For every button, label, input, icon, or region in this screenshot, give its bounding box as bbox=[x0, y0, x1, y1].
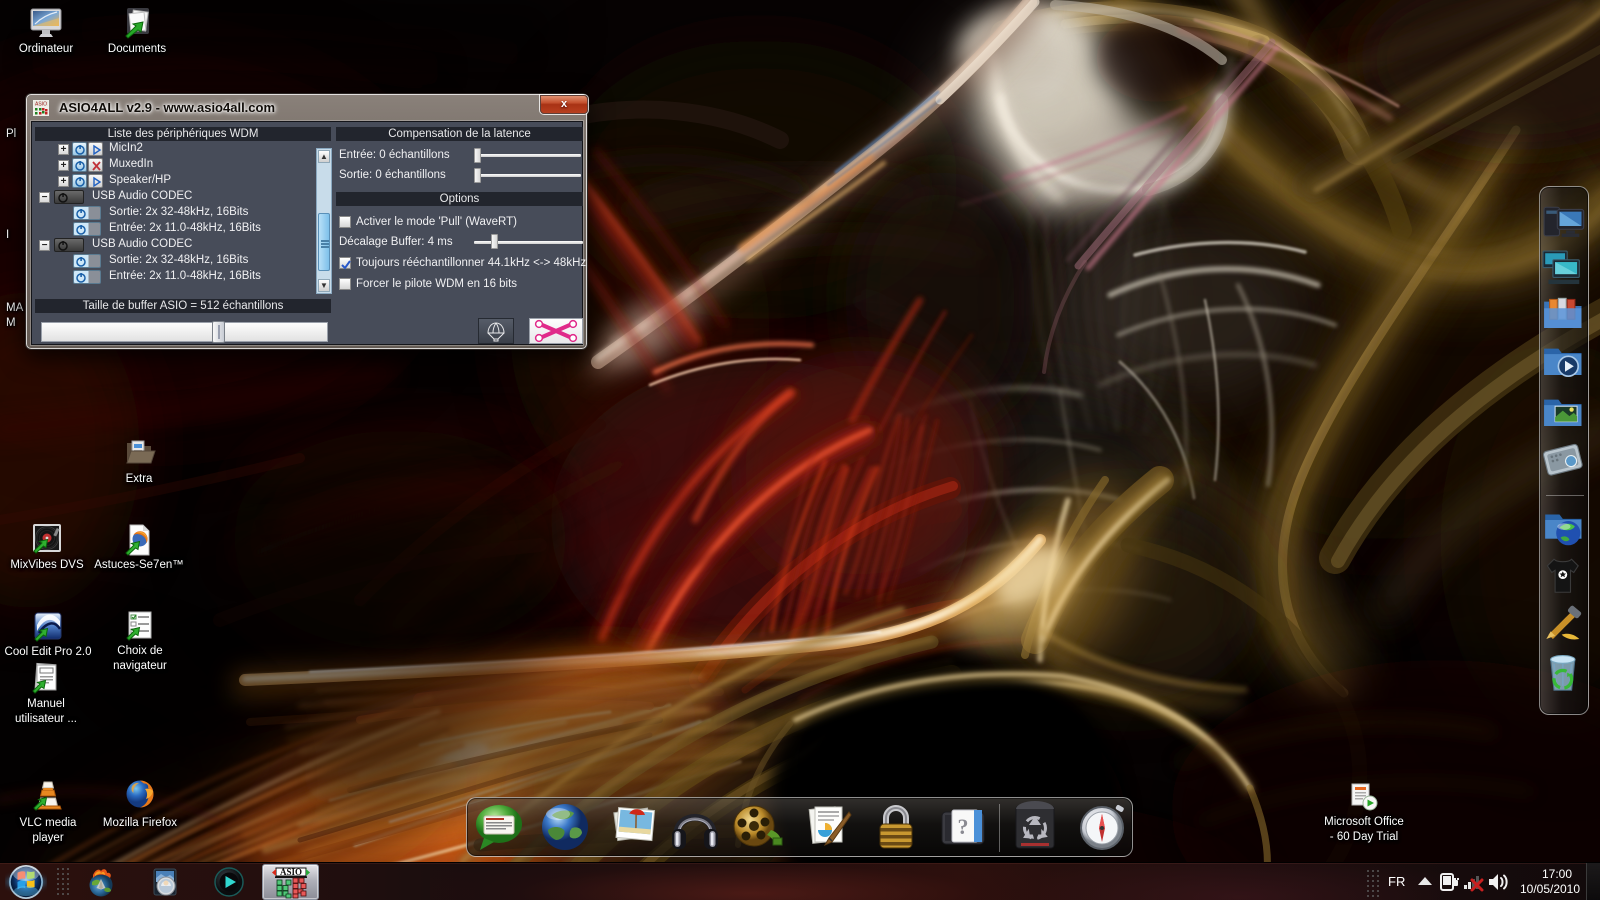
svg-text:ASIO: ASIO bbox=[280, 867, 302, 877]
svg-text:ASIO: ASIO bbox=[35, 102, 47, 108]
svg-text:?: ? bbox=[958, 814, 969, 839]
